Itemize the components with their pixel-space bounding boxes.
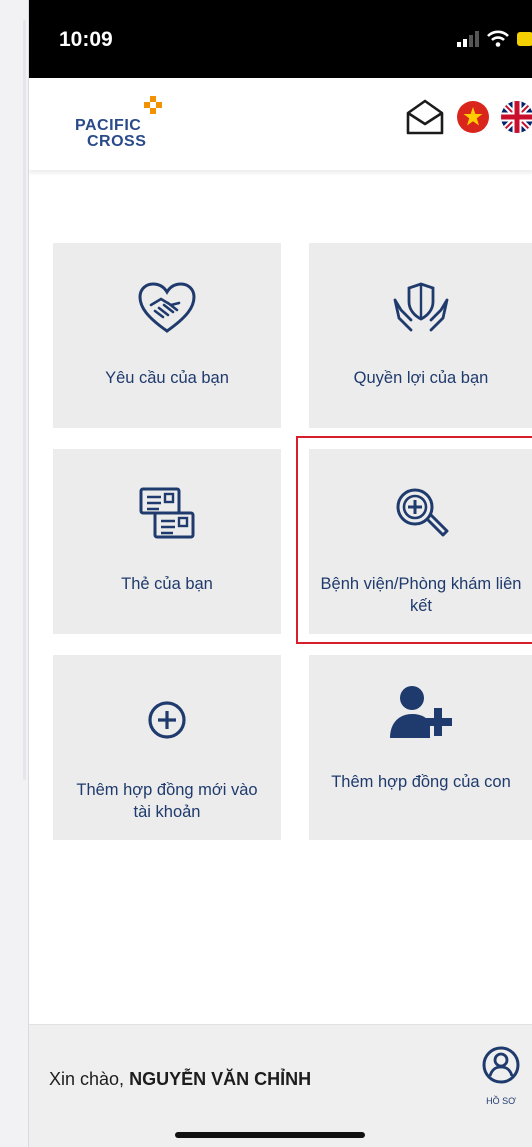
profile-icon bbox=[482, 1046, 520, 1084]
add-person-icon bbox=[390, 686, 452, 738]
tile-cards-label: Thẻ của bạn bbox=[121, 575, 213, 593]
tile-hospitals-label: Bệnh viện/Phòng khám liên kết bbox=[320, 575, 522, 615]
logo-line-1: PACIFIC bbox=[75, 117, 142, 134]
background-panel bbox=[0, 0, 28, 1147]
shield-hands-icon bbox=[393, 282, 449, 332]
uk-flag-icon[interactable] bbox=[501, 101, 532, 133]
header-actions bbox=[405, 98, 532, 136]
tile-requests[interactable]: Yêu cầu của bạn bbox=[53, 243, 281, 428]
phone-screen: 10:09 PACIFIC CROSS Yêu cầu của bạn Quyề… bbox=[28, 0, 532, 1147]
logo-line-2: CROSS bbox=[87, 133, 147, 150]
battery-icon bbox=[517, 31, 532, 46]
profile-label: HỒ SƠ bbox=[486, 1096, 516, 1106]
greeting-text: Xin chào, NGUYỄN VĂN CHỈNH bbox=[49, 1069, 311, 1090]
greeting-prefix: Xin chào, bbox=[49, 1069, 125, 1089]
tile-add-child-contract[interactable]: Thêm hợp đồng của con bbox=[309, 655, 532, 840]
status-time: 10:09 bbox=[59, 28, 113, 51]
logo-wordmark: PACIFIC CROSS bbox=[75, 118, 146, 150]
signal-icon bbox=[457, 30, 479, 47]
plus-circle-icon bbox=[148, 701, 186, 739]
app-header: PACIFIC CROSS bbox=[29, 78, 532, 170]
home-indicator bbox=[175, 1132, 365, 1138]
medical-search-icon bbox=[396, 488, 449, 537]
bottom-bar: Xin chào, NGUYỄN VĂN CHỈNH HỒ SƠ bbox=[29, 1024, 532, 1147]
tile-add-contract-label: Thêm hợp đồng mới vào tài khoản bbox=[76, 781, 258, 821]
mail-icon[interactable] bbox=[405, 98, 445, 136]
status-icons bbox=[457, 30, 532, 47]
handshake-heart-icon bbox=[138, 282, 196, 333]
tile-add-contract[interactable]: Thêm hợp đồng mới vào tài khoản bbox=[53, 655, 281, 840]
profile-button[interactable]: HỒ SƠ bbox=[477, 1045, 525, 1106]
wifi-icon bbox=[487, 30, 509, 47]
pacific-cross-logo: PACIFIC CROSS bbox=[75, 96, 185, 156]
logo-cross-icon bbox=[144, 96, 162, 114]
tile-benefits[interactable]: Quyền lợi của bạn bbox=[309, 243, 532, 428]
tile-cards[interactable]: Thẻ của bạn bbox=[53, 449, 281, 634]
tile-benefits-label: Quyền lợi của bạn bbox=[353, 369, 489, 387]
vietnam-flag-icon[interactable] bbox=[457, 101, 489, 133]
tile-requests-label: Yêu cầu của bạn bbox=[105, 369, 229, 387]
tile-hospitals[interactable]: Bệnh viện/Phòng khám liên kết bbox=[309, 449, 532, 634]
user-name: NGUYỄN VĂN CHỈNH bbox=[129, 1069, 312, 1089]
tile-add-child-contract-label: Thêm hợp đồng của con bbox=[331, 773, 511, 791]
cards-icon bbox=[139, 487, 195, 539]
status-bar: 10:09 bbox=[29, 0, 532, 78]
